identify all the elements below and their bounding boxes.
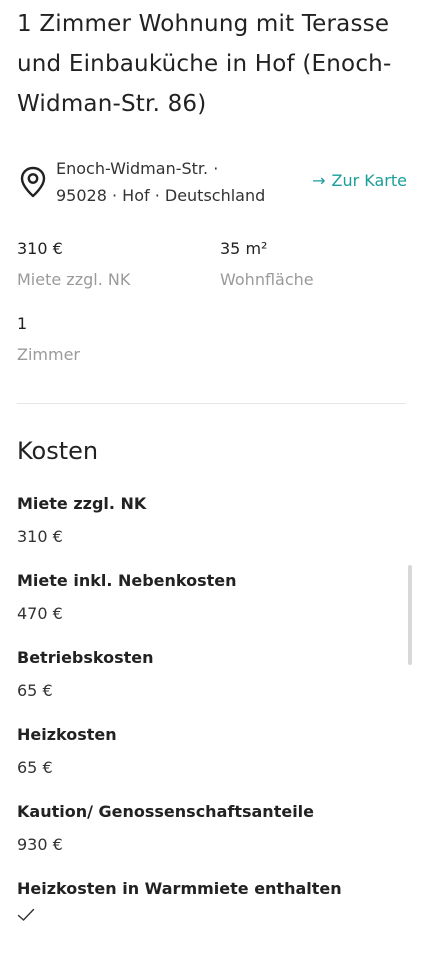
- cost-item-operating: Betriebskosten 65 €: [17, 647, 406, 702]
- cost-label: Miete zzgl. NK: [17, 494, 147, 513]
- cost-label: Kaution/ Genossenschaftsanteile: [17, 802, 315, 821]
- check-icon: [17, 908, 35, 921]
- costs-heading: Kosten: [17, 437, 99, 465]
- cost-value: 310 €: [17, 527, 63, 546]
- map-link-label: Zur Karte: [331, 171, 407, 190]
- cost-value: 65 €: [17, 681, 53, 700]
- address-street: Enoch-Widman-Str. ·: [56, 159, 219, 178]
- cost-value: 470 €: [17, 604, 63, 623]
- cost-item-heating: Heizkosten 65 €: [17, 724, 406, 779]
- cost-label: Heizkosten: [17, 725, 117, 744]
- fact-rent-value: 310 €: [17, 239, 63, 258]
- cost-item-heating-included: Heizkosten in Warmmiete enthalten: [17, 878, 406, 922]
- fact-area-value: 35 m²: [220, 239, 268, 258]
- cost-value: 65 €: [17, 758, 53, 777]
- section-divider: [17, 403, 406, 404]
- fact-area-label: Wohnfläche: [220, 270, 314, 289]
- address-text: Enoch-Widman-Str. · 95028 · Hof · Deutsc…: [56, 155, 286, 209]
- cost-label: Betriebskosten: [17, 648, 154, 667]
- cost-label: Heizkosten in Warmmiete enthalten: [17, 879, 342, 898]
- cost-item-rent-excl: Miete zzgl. NK 310 €: [17, 493, 406, 548]
- cost-item-rent-incl: Miete inkl. Nebenkosten 470 €: [17, 570, 406, 625]
- listing-title: 1 Zimmer Wohnung mit Terasse und Einbauk…: [17, 11, 392, 117]
- fact-rooms-value: 1: [17, 314, 28, 333]
- fact-rooms-label: Zimmer: [17, 345, 80, 364]
- fact-rent: 310 € Miete zzgl. NK: [17, 239, 207, 290]
- scrollbar-thumb[interactable]: [408, 565, 412, 665]
- cost-label: Miete inkl. Nebenkosten: [17, 571, 237, 590]
- listing-page: 1 Zimmer Wohnung mit Terasse und Einbauk…: [0, 0, 423, 960]
- fact-rent-label: Miete zzgl. NK: [17, 270, 131, 289]
- cost-item-deposit: Kaution/ Genossenschaftsanteile 930 €: [17, 801, 406, 856]
- address-city: 95028 · Hof · Deutschland: [56, 186, 266, 205]
- show-on-map-link[interactable]: → Zur Karte: [312, 169, 407, 193]
- fact-rooms: 1 Zimmer: [17, 314, 207, 365]
- arrow-right-icon: →: [312, 171, 326, 190]
- cost-value: 930 €: [17, 835, 63, 854]
- fact-area: 35 m² Wohnfläche: [220, 239, 410, 290]
- map-pin-icon: [20, 166, 46, 198]
- address-row: Enoch-Widman-Str. · 95028 · Hof · Deutsc…: [17, 155, 407, 211]
